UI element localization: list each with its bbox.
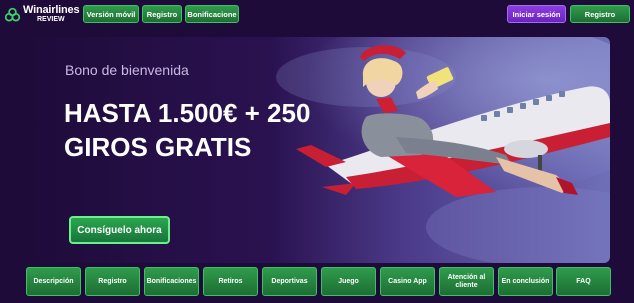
- top-bar: Winairlines REVIEW Versión móvil Registr…: [0, 0, 634, 30]
- section-description-button[interactable]: Descripción: [26, 267, 81, 296]
- hero-title: HASTA 1.500€ + 250 GIROS GRATIS: [64, 98, 311, 162]
- section-casino-app-button[interactable]: Casino App: [380, 267, 435, 296]
- nav-mobile-version-button[interactable]: Versión móvil: [83, 5, 139, 23]
- section-sports-button[interactable]: Deportivas: [262, 267, 317, 296]
- logo-name: Winairlines: [23, 4, 80, 16]
- section-nav: Descripción Registro Bonificaciones Reti…: [0, 263, 634, 303]
- section-faq-button[interactable]: FAQ: [556, 267, 611, 296]
- site-logo[interactable]: Winairlines REVIEW: [4, 3, 80, 27]
- logo-subtitle: REVIEW: [37, 16, 65, 23]
- section-withdrawals-button[interactable]: Retiros: [203, 267, 258, 296]
- section-support-button[interactable]: Atención al cliente: [439, 267, 494, 296]
- section-game-button[interactable]: Juego: [321, 267, 376, 296]
- claim-bonus-button[interactable]: Consíguelo ahora: [69, 216, 170, 244]
- section-register-button[interactable]: Registro: [85, 267, 140, 296]
- nav-bonus-button[interactable]: Bonificacione: [185, 5, 239, 23]
- section-bonus-button[interactable]: Bonificaciones: [144, 267, 199, 296]
- login-button[interactable]: Iniciar sesión: [507, 5, 566, 23]
- register-button[interactable]: Registro: [570, 5, 630, 23]
- nav-register-button[interactable]: Registro: [142, 5, 182, 23]
- clover-logo-icon: [4, 7, 21, 21]
- hero-subtitle: Bono de bienvenida: [65, 62, 189, 78]
- section-conclusion-button[interactable]: En conclusión: [498, 267, 553, 296]
